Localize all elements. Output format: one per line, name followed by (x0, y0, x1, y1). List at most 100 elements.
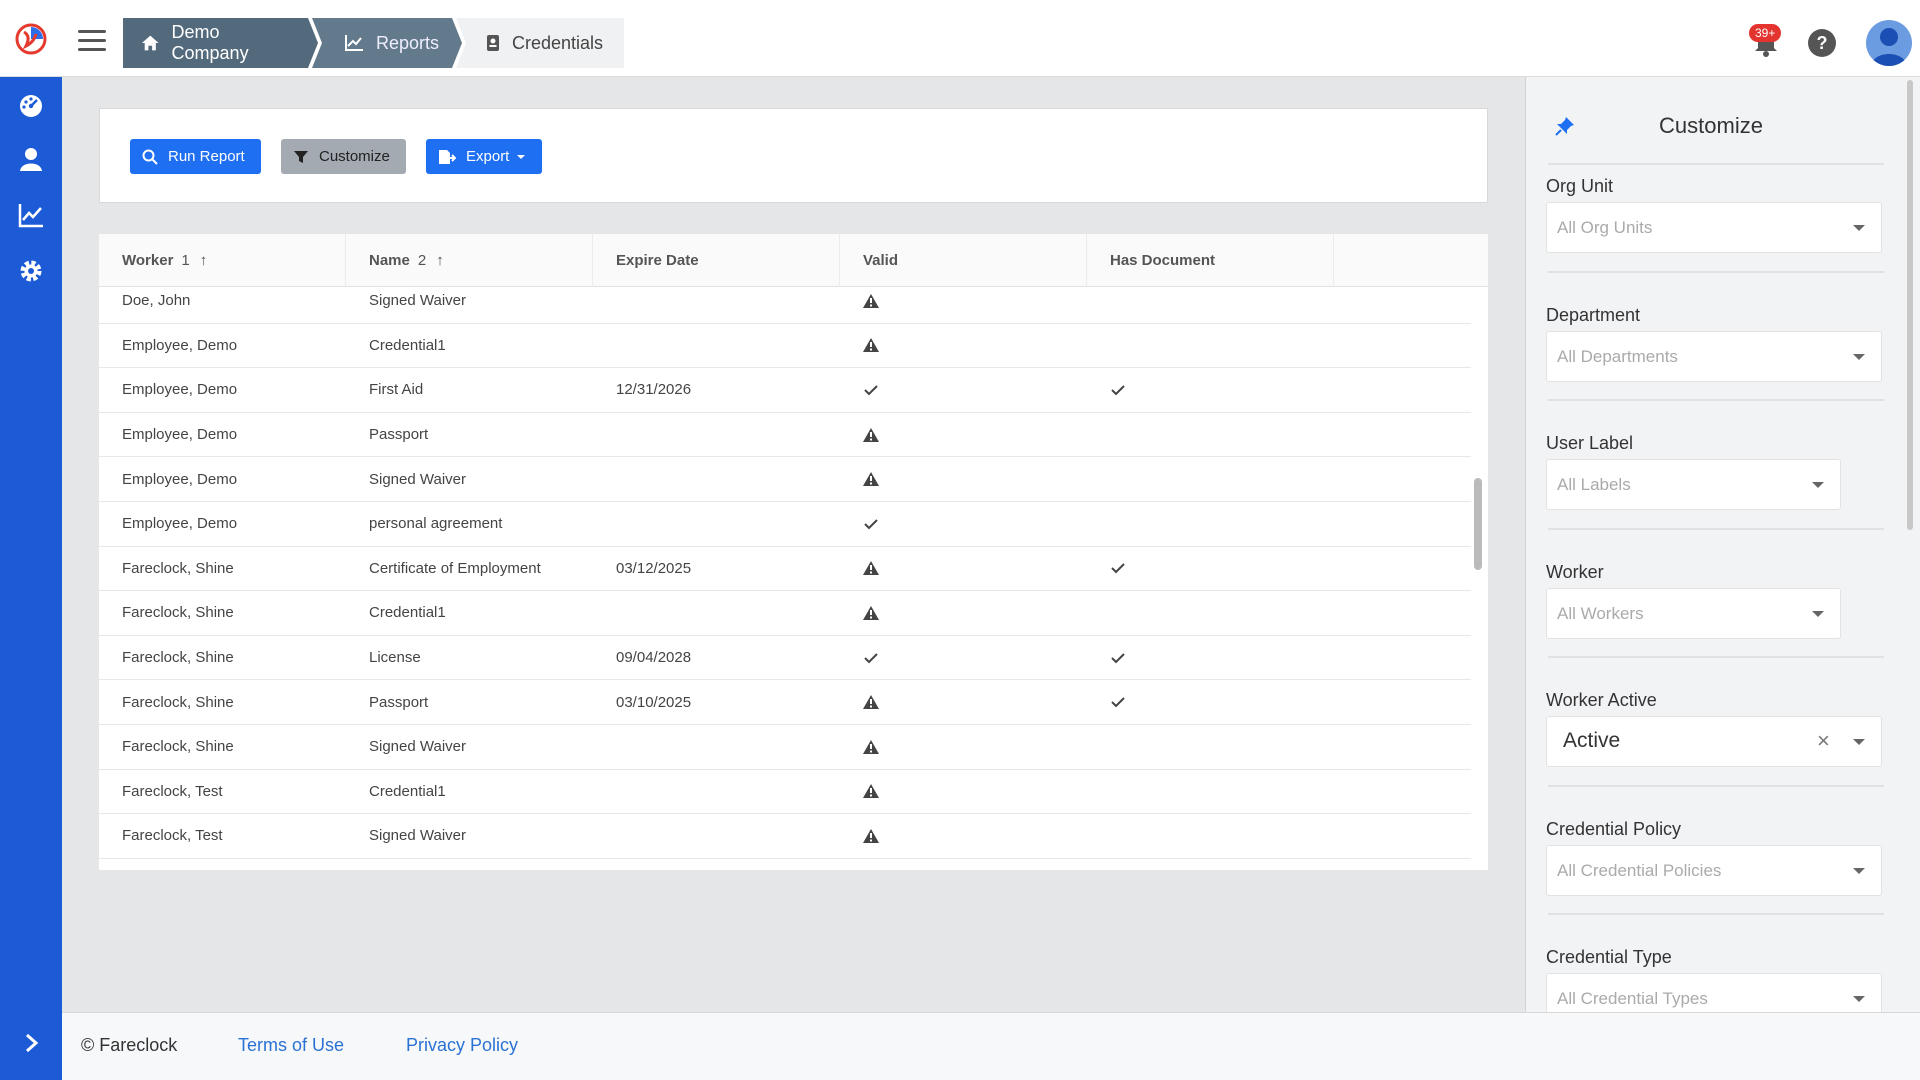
chevron-down-icon[interactable] (1812, 482, 1824, 488)
table-row[interactable]: Doe, John Signed Waiver (99, 287, 1471, 324)
cell-name: Credential1 (369, 604, 446, 622)
filter-select-user-label[interactable]: All Labels (1546, 459, 1841, 510)
filter-select-department[interactable]: All Departments (1546, 330, 1882, 382)
filter-label-worker: Worker (1546, 561, 1604, 582)
dashboard-icon[interactable] (17, 92, 45, 120)
table-row[interactable]: Employee, Demo Passport (99, 413, 1471, 458)
cell-expire (593, 287, 616, 323)
column-header-expire-date[interactable]: Expire Date (593, 234, 840, 287)
has-document-cell (1087, 814, 1110, 858)
column-header-has-document[interactable]: Has Document (1087, 234, 1334, 287)
table-row[interactable]: Fareclock, Shine Signed Waiver (99, 725, 1471, 770)
table-row[interactable]: Employee, Demo personal agreement (99, 502, 1471, 547)
divider (1548, 163, 1884, 165)
divider (1548, 399, 1884, 401)
table-row[interactable]: Employee, Demo First Aid 12/31/2026 (99, 368, 1471, 413)
column-label: Worker (122, 252, 174, 269)
filter-select-org-unit[interactable]: All Org Units (1546, 202, 1882, 253)
export-button[interactable]: Export (426, 139, 542, 174)
workers-icon[interactable] (17, 145, 45, 173)
breadcrumb-company[interactable]: Demo Company (123, 18, 318, 68)
has-document-cell (1087, 287, 1110, 323)
table-row[interactable]: Employee, Demo Credential1 (99, 324, 1471, 369)
chevron-down-icon[interactable] (1853, 739, 1865, 745)
warning-icon (840, 324, 879, 368)
column-label: Valid (863, 252, 899, 269)
customize-button[interactable]: Customize (281, 139, 406, 174)
has-document-cell (1087, 457, 1110, 501)
chevron-down-icon[interactable] (1853, 867, 1865, 874)
column-header-name[interactable]: Name 2 ↑ (346, 234, 593, 287)
table-row[interactable]: Fareclock, Shine Passport 03/10/2025 (99, 680, 1471, 725)
table-scrollbar-track[interactable] (1471, 287, 1488, 870)
filter-select-worker-active[interactable]: Active × (1546, 716, 1882, 767)
caret-down-icon (517, 154, 526, 159)
help-icon[interactable]: ? (1808, 29, 1836, 57)
chevron-down-icon[interactable] (1812, 610, 1824, 617)
warning-icon (840, 287, 879, 323)
cell-expire: 09/04/2028 (616, 649, 692, 667)
breadcrumb-credentials[interactable]: Credentials (456, 18, 624, 68)
user-icon (1871, 28, 1907, 66)
cell-name: License (369, 649, 421, 667)
arrow-up-icon: ↑ (436, 252, 444, 269)
cell-worker: Fareclock, Shine (122, 738, 234, 756)
sort-order: 2 (417, 252, 427, 269)
table-row[interactable]: Employee, Demo Signed Waiver (99, 457, 1471, 502)
cell-expire: 03/10/2025 (616, 693, 692, 711)
filter-select-credential-type[interactable]: All Credential Types (1546, 973, 1882, 1012)
cell-expire (593, 324, 616, 368)
warning-icon (840, 770, 879, 814)
has-document-check-icon (1087, 547, 1126, 591)
cell-name: Signed Waiver (369, 738, 466, 756)
cell-name: Signed Waiver (369, 292, 466, 310)
filter-select-credential-policy[interactable]: All Credential Policies (1546, 844, 1882, 896)
breadcrumb-reports[interactable]: Reports (312, 18, 462, 68)
chevron-down-icon[interactable] (1853, 353, 1865, 360)
customize-panel: Customize Org Unit All Org Units Departmen… (1525, 77, 1920, 1012)
privacy-policy-link[interactable]: Privacy Policy (406, 1035, 518, 1056)
table-row[interactable]: Fareclock, Test Signed Waiver (99, 814, 1471, 859)
table-scrollbar-thumb[interactable] (1474, 478, 1482, 570)
menu-toggle-icon[interactable] (78, 30, 106, 52)
gear-icon[interactable] (17, 257, 45, 285)
cell-worker: Doe, John (122, 292, 191, 310)
table-row[interactable]: Fareclock, Test Credential1 (99, 770, 1471, 815)
cell-expire: 03/12/2025 (616, 559, 692, 577)
chevron-down-icon[interactable] (1853, 996, 1865, 1002)
line-chart-icon (344, 34, 364, 52)
has-document-check-icon (1087, 636, 1126, 680)
column-header-valid[interactable]: Valid (840, 234, 1087, 287)
top-bar: Demo Company Reports Credentials 39+ ? (0, 0, 1920, 77)
has-document-cell (1087, 413, 1110, 457)
cell-expire: 12/31/2026 (616, 381, 692, 399)
warning-icon (840, 413, 879, 457)
run-report-button[interactable]: Run Report (130, 139, 261, 174)
clear-icon[interactable]: × (1817, 728, 1830, 754)
reports-chart-icon[interactable] (17, 201, 45, 229)
filter-label-user-label: User Label (1546, 433, 1634, 453)
filter-label-worker-active: Worker Active (1546, 690, 1657, 710)
divider (1548, 527, 1884, 530)
table-row[interactable]: Fareclock, Shine Credential1 (99, 591, 1471, 636)
column-header-worker[interactable]: Worker 1 ↑ (99, 234, 346, 287)
cell-expire (593, 457, 616, 501)
fareclock-logo[interactable] (14, 22, 48, 56)
table-row[interactable]: Fareclock, Shine License 09/04/2028 (99, 636, 1471, 681)
run-report-label: Run Report (168, 148, 245, 165)
terms-of-use-link[interactable]: Terms of Use (238, 1035, 344, 1056)
table-row[interactable]: Fareclock, Shine Certificate of Employmen… (99, 547, 1471, 592)
warning-icon (840, 457, 879, 501)
valid-check-icon (840, 636, 879, 680)
warning-icon (840, 547, 879, 591)
placeholder-text: All Departments (1557, 346, 1678, 366)
avatar[interactable] (1866, 20, 1912, 66)
chevron-right-icon[interactable] (22, 1032, 42, 1054)
cell-expire (593, 814, 616, 858)
filter-select-worker[interactable]: All Workers (1546, 587, 1841, 639)
notification-badge: 39+ (1749, 24, 1782, 42)
panel-scrollbar[interactable] (1907, 80, 1913, 530)
cell-worker: Employee, Demo (122, 515, 238, 533)
chevron-down-icon[interactable] (1853, 225, 1865, 231)
filter-label-department: Department (1546, 304, 1641, 325)
